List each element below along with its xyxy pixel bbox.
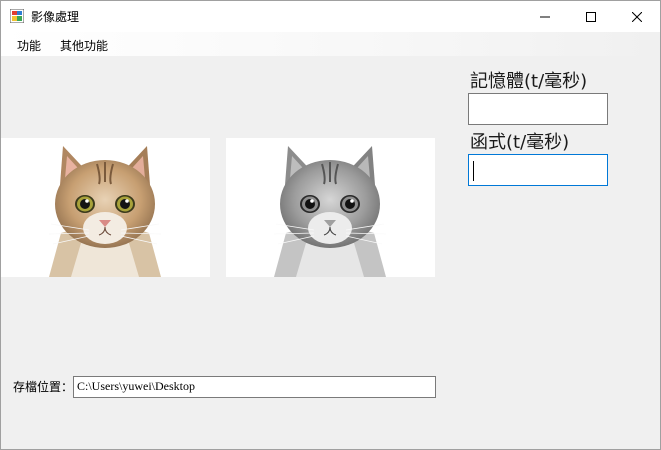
cat-grayscale-image — [273, 146, 387, 277]
text-caret — [473, 161, 474, 181]
close-icon — [632, 11, 642, 22]
minimize-button[interactable] — [522, 1, 568, 32]
menu-function[interactable]: 功能 — [17, 37, 41, 54]
maximize-icon — [586, 11, 596, 22]
title-bar[interactable]: 影像處理 — [1, 1, 660, 32]
app-icon — [10, 9, 24, 23]
app-window: 影像處理 功能 其他功能 記憶體(t/毫秒) 函式(t/毫秒) 存檔位置： C:… — [0, 0, 661, 450]
save-path-input[interactable]: C:\Users\yuwei\Desktop — [73, 376, 436, 398]
window-title: 影像處理 — [31, 10, 80, 24]
function-time-label: 函式(t/毫秒) — [470, 132, 570, 153]
menu-bar: 功能 其他功能 — [1, 32, 660, 56]
close-button[interactable] — [614, 1, 660, 32]
save-location-label: 存檔位置： — [13, 380, 74, 394]
memory-time-label: 記憶體(t/毫秒) — [470, 71, 588, 92]
function-time-field[interactable] — [468, 154, 608, 186]
maximize-button[interactable] — [568, 1, 614, 32]
menu-other-function[interactable]: 其他功能 — [60, 37, 108, 54]
processed-image-box — [226, 138, 435, 277]
minimize-icon — [540, 16, 550, 17]
memory-time-field[interactable] — [468, 93, 608, 125]
cat-color-image — [48, 146, 162, 277]
original-image-box — [1, 138, 210, 277]
